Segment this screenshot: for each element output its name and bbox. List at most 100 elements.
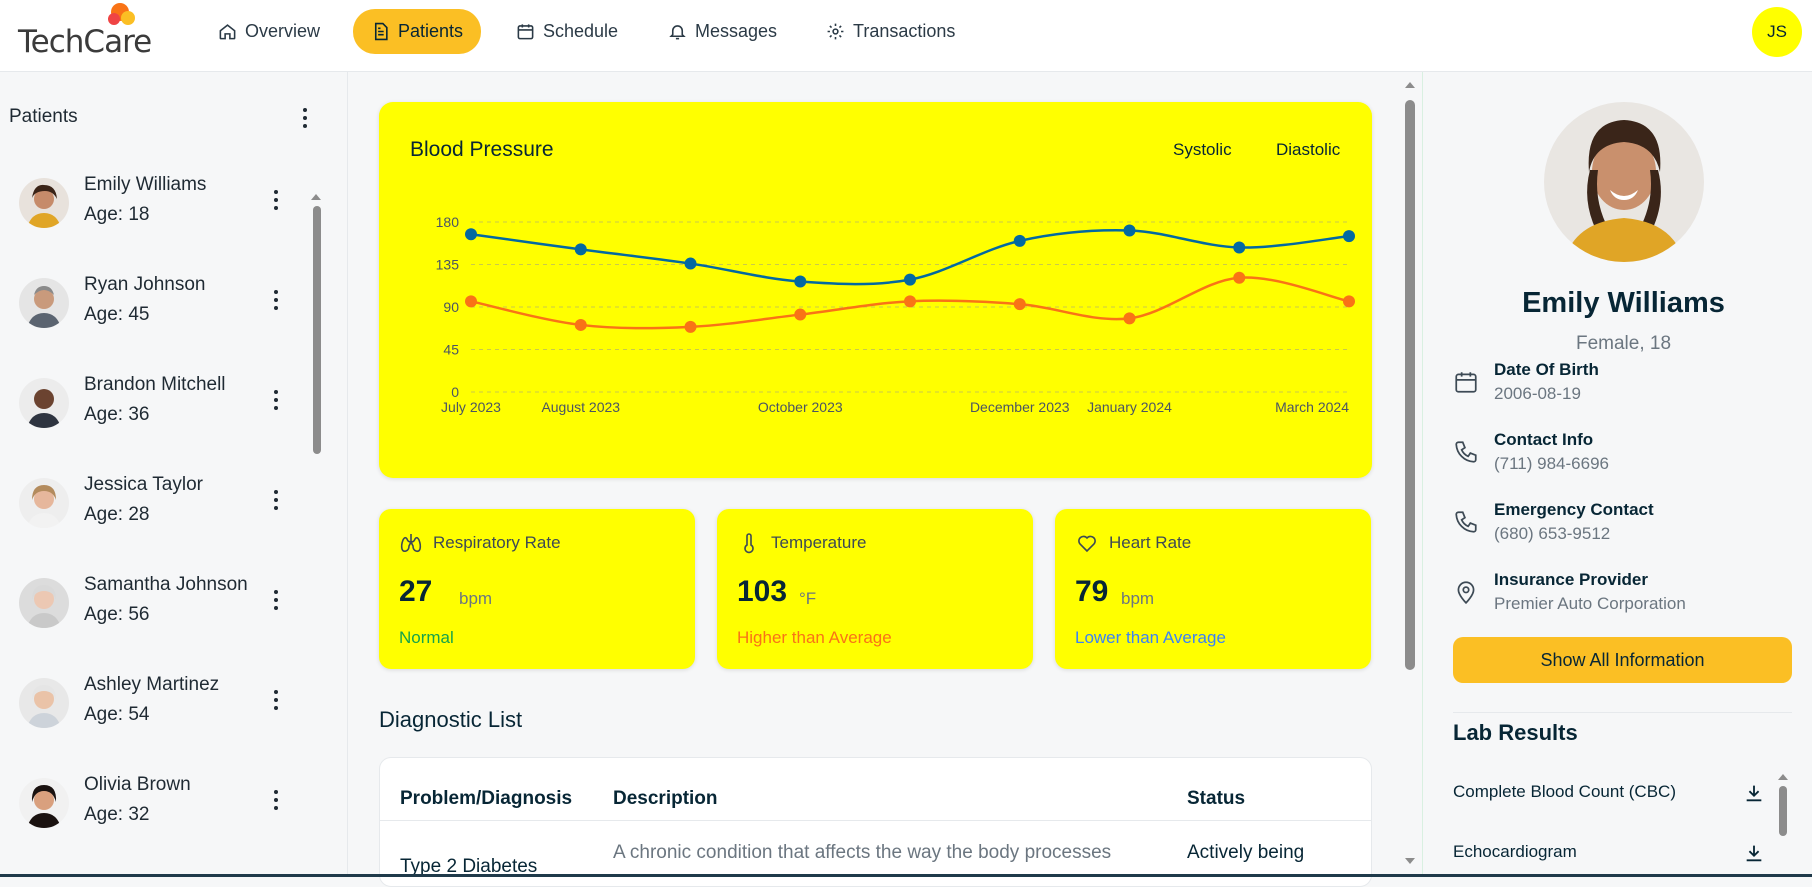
patient-more-icon[interactable] bbox=[273, 290, 279, 310]
patient-avatar bbox=[19, 478, 69, 528]
table-header-status[interactable]: Status bbox=[1187, 788, 1245, 810]
patient-list-item[interactable]: Brandon Mitchell Age: 36 bbox=[0, 364, 300, 454]
row-status: Actively being bbox=[1187, 842, 1305, 863]
document-icon bbox=[374, 22, 388, 41]
y-tick-label: 0 bbox=[451, 384, 459, 400]
download-icon[interactable] bbox=[1743, 842, 1765, 864]
vital-label: Heart Rate bbox=[1109, 533, 1192, 552]
nav-patients[interactable]: Patients bbox=[353, 9, 482, 54]
home-icon bbox=[219, 24, 236, 40]
nav-transactions[interactable]: Transactions bbox=[808, 9, 973, 54]
table-header-problem[interactable]: Problem/Diagnosis bbox=[400, 788, 572, 810]
user-avatar[interactable]: JS bbox=[1752, 7, 1802, 57]
patient-list-item[interactable]: Ashley Martinez Age: 54 bbox=[0, 664, 300, 754]
download-icon[interactable] bbox=[1743, 782, 1765, 804]
scroll-up-icon[interactable] bbox=[310, 192, 322, 202]
patients-sidebar: Patients Emily Williams Age: 18 Ryan Joh… bbox=[0, 72, 348, 877]
patient-age: Age: 36 bbox=[84, 404, 150, 425]
patient-name: Emily Williams bbox=[84, 174, 207, 195]
data-point-systolic bbox=[904, 273, 916, 286]
patient-more-icon[interactable] bbox=[273, 390, 279, 410]
x-tick-label: December 2023 bbox=[970, 399, 1070, 415]
y-tick-label: 135 bbox=[436, 257, 460, 273]
vital-status: Lower than Average bbox=[1075, 628, 1226, 647]
scrollbar-thumb[interactable] bbox=[313, 206, 321, 454]
lab-result-label: Echocardiogram bbox=[1453, 842, 1577, 861]
patient-age: Age: 56 bbox=[84, 604, 150, 625]
calendar-icon bbox=[1455, 372, 1477, 393]
legend-systolic[interactable]: Systolic bbox=[1173, 140, 1232, 160]
scroll-up-icon[interactable] bbox=[1404, 80, 1416, 90]
patient-list-item[interactable]: Olivia Brown Age: 32 bbox=[0, 764, 300, 854]
main-scrollbar[interactable] bbox=[1402, 72, 1418, 877]
techcare-logo[interactable]: TechCare bbox=[18, 3, 158, 62]
table-header-description[interactable]: Description bbox=[613, 788, 718, 810]
scroll-down-icon[interactable] bbox=[1404, 856, 1416, 866]
legend-diastolic[interactable]: Diastolic bbox=[1276, 140, 1340, 160]
location-pin-icon bbox=[1457, 581, 1475, 605]
vital-value: 79 bbox=[1075, 575, 1109, 608]
patient-more-icon[interactable] bbox=[273, 490, 279, 510]
vital-status: Higher than Average bbox=[737, 628, 892, 647]
patient-name: Samantha Johnson bbox=[84, 574, 248, 595]
data-point-diastolic bbox=[684, 320, 697, 333]
x-tick-label: July 2023 bbox=[441, 399, 501, 415]
data-point-systolic bbox=[574, 243, 587, 256]
vital-label: Respiratory Rate bbox=[433, 533, 561, 552]
nav-label: Patients bbox=[398, 21, 464, 41]
data-point-systolic bbox=[1343, 230, 1355, 243]
nav-messages[interactable]: Messages bbox=[650, 9, 795, 54]
nav-schedule[interactable]: Schedule bbox=[498, 9, 636, 54]
patient-list-item[interactable]: Emily Williams Age: 18 bbox=[0, 164, 300, 254]
lab-results-scrollbar[interactable] bbox=[1777, 772, 1789, 877]
patient-list-item[interactable]: Jessica Taylor Age: 28 bbox=[0, 464, 300, 554]
lab-results-title: Lab Results bbox=[1453, 720, 1578, 745]
diagnostic-list-title: Diagnostic List bbox=[379, 707, 523, 732]
profile-name: Emily Williams bbox=[1522, 287, 1725, 319]
patient-more-icon[interactable] bbox=[273, 790, 279, 810]
patient-avatar bbox=[19, 578, 69, 628]
show-all-information-button[interactable]: Show All Information bbox=[1453, 637, 1792, 683]
nav-label: Overview bbox=[245, 21, 321, 41]
nav-label: Schedule bbox=[543, 21, 619, 41]
vital-status: Normal bbox=[399, 628, 454, 647]
lab-result-item[interactable]: Complete Blood Count (CBC) bbox=[1453, 782, 1763, 822]
patient-more-icon[interactable] bbox=[273, 590, 279, 610]
info-insurance-provider: Insurance Provider Premier Auto Corporat… bbox=[1453, 570, 1783, 630]
blood-pressure-card: Blood Pressure Systolic Diastolic 0 45 90 1… bbox=[379, 102, 1372, 478]
heart-icon bbox=[1078, 535, 1096, 553]
scroll-up-icon[interactable] bbox=[1777, 772, 1789, 782]
sidebar-more-icon[interactable] bbox=[302, 108, 308, 128]
patient-age: Age: 45 bbox=[84, 304, 150, 325]
diagnostic-table: Problem/Diagnosis Description Status Typ… bbox=[379, 757, 1372, 887]
patients-scrollbar[interactable] bbox=[310, 192, 322, 877]
logo-mark-icon bbox=[108, 3, 135, 25]
nav-overview[interactable]: Overview bbox=[200, 9, 338, 54]
patient-profile-panel: Emily Williams Female, 18 Date Of Birth … bbox=[1422, 72, 1812, 877]
patient-name: Ryan Johnson bbox=[84, 274, 206, 295]
calendar-icon bbox=[517, 24, 534, 40]
divider bbox=[1453, 712, 1792, 713]
info-contact: Contact Info (711) 984-6696 bbox=[1453, 430, 1783, 490]
scrollbar-thumb[interactable] bbox=[1405, 100, 1415, 670]
patient-age: Age: 18 bbox=[84, 204, 150, 225]
patient-age: Age: 32 bbox=[84, 804, 150, 825]
y-tick-label: 90 bbox=[443, 299, 459, 315]
vital-card-respiratory: Respiratory Rate 27 bpm Normal bbox=[379, 509, 695, 669]
patient-name: Ashley Martinez bbox=[84, 674, 220, 695]
vital-card-heart-rate: Heart Rate 79 bpm Lower than Average bbox=[1055, 509, 1371, 669]
data-point-diastolic bbox=[1123, 312, 1136, 325]
user-initials: JS bbox=[1767, 22, 1787, 41]
profile-gender-age: Female, 18 bbox=[1575, 333, 1672, 354]
info-label: Date Of Birth bbox=[1494, 360, 1599, 379]
patient-avatar bbox=[19, 378, 69, 428]
patient-list-item[interactable]: Ryan Johnson Age: 45 bbox=[0, 264, 300, 354]
patient-list-item[interactable]: Samantha Johnson Age: 56 bbox=[0, 564, 300, 654]
patient-more-icon[interactable] bbox=[273, 690, 279, 710]
patient-avatar bbox=[19, 278, 69, 328]
scrollbar-thumb[interactable] bbox=[1779, 786, 1787, 836]
patient-more-icon[interactable] bbox=[273, 190, 279, 210]
thermometer-icon bbox=[744, 533, 754, 554]
gear-icon bbox=[827, 23, 844, 40]
data-point-systolic bbox=[794, 275, 807, 288]
